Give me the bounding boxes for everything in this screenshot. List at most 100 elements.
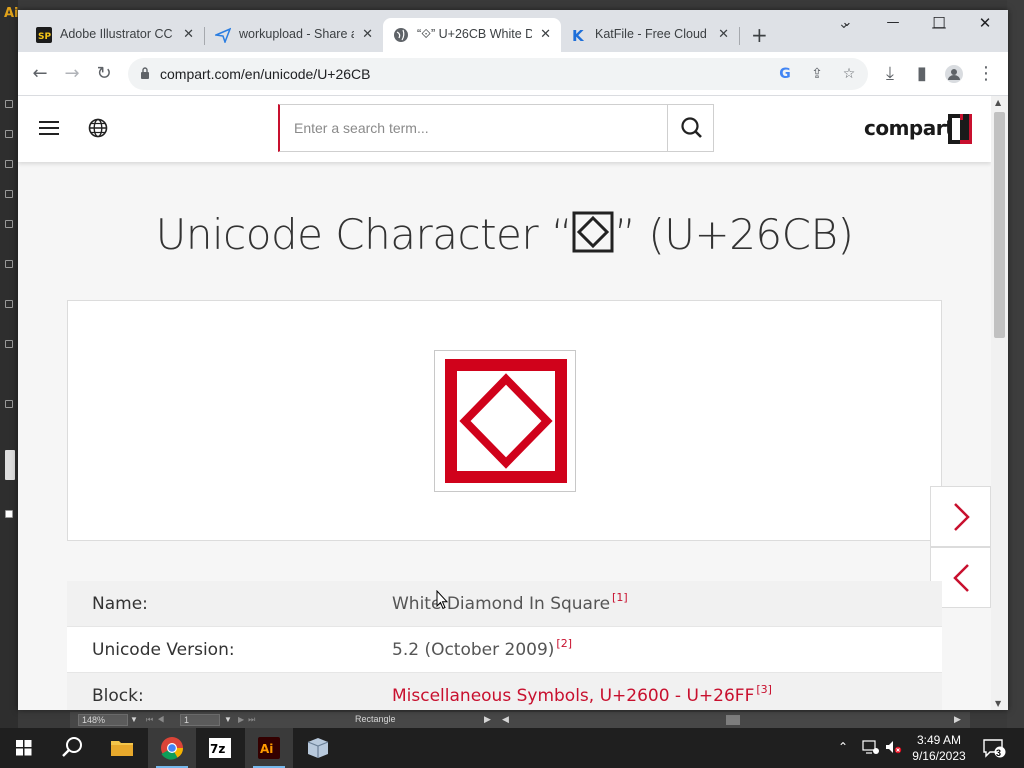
system-clock[interactable]: 3:49 AM 9/16/2023 <box>908 732 970 764</box>
tool-icon[interactable] <box>5 190 13 198</box>
tool-icon[interactable] <box>5 340 13 348</box>
chrome-icon <box>161 737 183 760</box>
new-tab-button[interactable]: + <box>751 25 768 45</box>
tab-list-button[interactable]: ⌄ <box>824 10 870 38</box>
tool-icon[interactable] <box>5 130 13 138</box>
sp-icon: SP <box>36 27 52 43</box>
white-diamond-in-square-icon <box>572 211 614 253</box>
bookmark-star-icon[interactable]: ☆ <box>840 65 858 83</box>
illustrator-button[interactable]: Ai <box>245 728 293 768</box>
current-tool-label: Rectangle <box>355 714 396 724</box>
artboard-field[interactable]: 1 <box>180 714 220 726</box>
tab-adobe-illustrator[interactable]: SP Adobe Illustrator CC 2 ✕ <box>26 18 204 52</box>
close-icon[interactable]: ✕ <box>718 26 729 42</box>
horizontal-scrollbar[interactable]: ◀ ▶ <box>502 714 962 726</box>
svg-text:SP: SP <box>38 32 51 42</box>
tab-title: KatFile - Free Cloud S <box>595 27 710 41</box>
lock-icon[interactable] <box>140 67 150 79</box>
notification-center-icon[interactable] <box>982 738 1006 758</box>
close-window-button[interactable]: ✕ <box>962 10 1008 38</box>
page-title: Unicode Character “ ” (U+26CB) <box>18 210 991 259</box>
artboard-dropdown-icon[interactable]: ▼ <box>224 715 232 724</box>
glyph-frame <box>434 350 576 492</box>
site-header: compart <box>18 96 991 162</box>
reference-link[interactable]: [2] <box>556 637 572 650</box>
info-label: Block: <box>92 686 144 706</box>
maximize-window-button[interactable]: ☐ <box>916 10 962 38</box>
tool-icon[interactable] <box>5 300 13 308</box>
info-value: White Diamond In Square [1] <box>392 591 628 614</box>
artboard-next-icons[interactable]: ▶⏭ <box>238 715 259 725</box>
play-icon[interactable]: ▶ <box>484 714 491 725</box>
7zip-button[interactable]: 7z <box>196 728 244 768</box>
reference-link[interactable]: [3] <box>756 683 772 696</box>
url-text[interactable]: compart.com/en/unicode/U+26CB <box>160 66 371 82</box>
tab-title: “⟐” U+26CB White D <box>417 27 532 41</box>
title-suffix: ” (U+26CB) <box>614 210 854 259</box>
tool-icon[interactable] <box>5 220 13 228</box>
info-row-block: Block: Miscellaneous Symbols, U+2600 - U… <box>67 673 942 710</box>
7zip-icon: 7z <box>209 738 231 758</box>
tool-icon[interactable] <box>5 400 13 408</box>
fill-swatch[interactable] <box>5 450 15 480</box>
side-panel-icon[interactable]: ▮ <box>908 60 936 88</box>
svg-text:K: K <box>572 27 585 43</box>
tab-unicode[interactable]: “⟐” U+26CB White D ✕ <box>383 18 561 52</box>
scroll-left-icon[interactable]: ◀ <box>502 714 509 725</box>
minimize-window-button[interactable]: — <box>870 10 916 38</box>
tool-icon[interactable] <box>5 100 13 108</box>
tool-icon[interactable] <box>5 160 13 168</box>
chrome-button[interactable] <box>148 728 196 768</box>
reload-button[interactable]: ↻ <box>90 60 118 88</box>
scroll-thumb[interactable] <box>726 715 740 725</box>
illustrator-panels-strip <box>1007 0 1024 728</box>
volume-muted-icon[interactable] <box>884 739 902 755</box>
back-button[interactable]: ← <box>26 60 54 88</box>
page-viewport: compart Unicode Character “ ” (U+26CB) <box>18 96 991 710</box>
compart-logo[interactable]: compart <box>864 114 976 144</box>
zoom-field[interactable]: 148% <box>78 714 128 726</box>
google-icon[interactable]: G <box>776 65 794 83</box>
katfile-icon: K <box>572 27 585 43</box>
start-icon <box>16 740 32 756</box>
search-button[interactable] <box>48 728 96 768</box>
share-icon[interactable]: ⇪ <box>808 65 826 83</box>
close-icon[interactable]: ✕ <box>362 26 373 42</box>
tool-icon[interactable] <box>5 260 13 268</box>
network-icon[interactable] <box>862 739 880 755</box>
close-icon[interactable]: ✕ <box>183 26 194 42</box>
block-link[interactable]: Miscellaneous Symbols, U+2600 - U+26FF [3… <box>392 683 772 706</box>
svg-text:7z: 7z <box>210 742 225 756</box>
search-input[interactable] <box>280 105 668 151</box>
site-search-box <box>278 104 714 152</box>
illustrator-status-bar: 148% ▼ ⏮◀ 1 ▼ ▶⏭ Rectangle ▶ ◀ ▶ <box>70 712 970 728</box>
menu-kebab-icon[interactable]: ⋮ <box>972 60 1000 88</box>
close-icon[interactable]: ✕ <box>540 26 551 42</box>
download-icon[interactable]: ⤓ <box>876 60 904 88</box>
globe-icon[interactable] <box>88 118 108 138</box>
tab-katfile[interactable]: K KatFile - Free Cloud S ✕ <box>561 18 739 52</box>
file-explorer-icon <box>111 741 133 756</box>
zoom-dropdown-icon[interactable]: ▼ <box>130 715 138 724</box>
scroll-right-icon[interactable]: ▶ <box>954 714 961 725</box>
search-button[interactable] <box>667 105 715 151</box>
info-row-name: Name: White Diamond In Square [1] <box>67 581 942 627</box>
next-character-button[interactable] <box>930 486 991 547</box>
app-button[interactable] <box>294 728 342 768</box>
tab-workupload[interactable]: workupload - Share a ✕ <box>205 18 383 52</box>
file-explorer-button[interactable] <box>98 728 146 768</box>
illustrator-logo: Ai <box>4 6 19 21</box>
artboard-prev-icons[interactable]: ⏮◀ <box>146 715 168 725</box>
forward-button[interactable]: → <box>58 60 86 88</box>
scroll-up-icon[interactable]: ▲ <box>995 98 1001 107</box>
vertical-scrollbar[interactable]: ▲ ▼ <box>991 96 1008 710</box>
reference-link[interactable]: [1] <box>612 591 628 604</box>
hamburger-menu-icon[interactable] <box>39 121 59 135</box>
scroll-thumb[interactable] <box>994 112 1005 338</box>
scroll-down-icon[interactable]: ▼ <box>995 699 1001 708</box>
address-bar[interactable]: compart.com/en/unicode/U+26CB G ⇪ ☆ <box>128 58 868 90</box>
stroke-swatch[interactable] <box>5 510 13 518</box>
tray-overflow-icon[interactable]: ⌃ <box>838 740 848 754</box>
start-button[interactable] <box>0 728 48 768</box>
profile-avatar-icon[interactable] <box>940 60 968 88</box>
